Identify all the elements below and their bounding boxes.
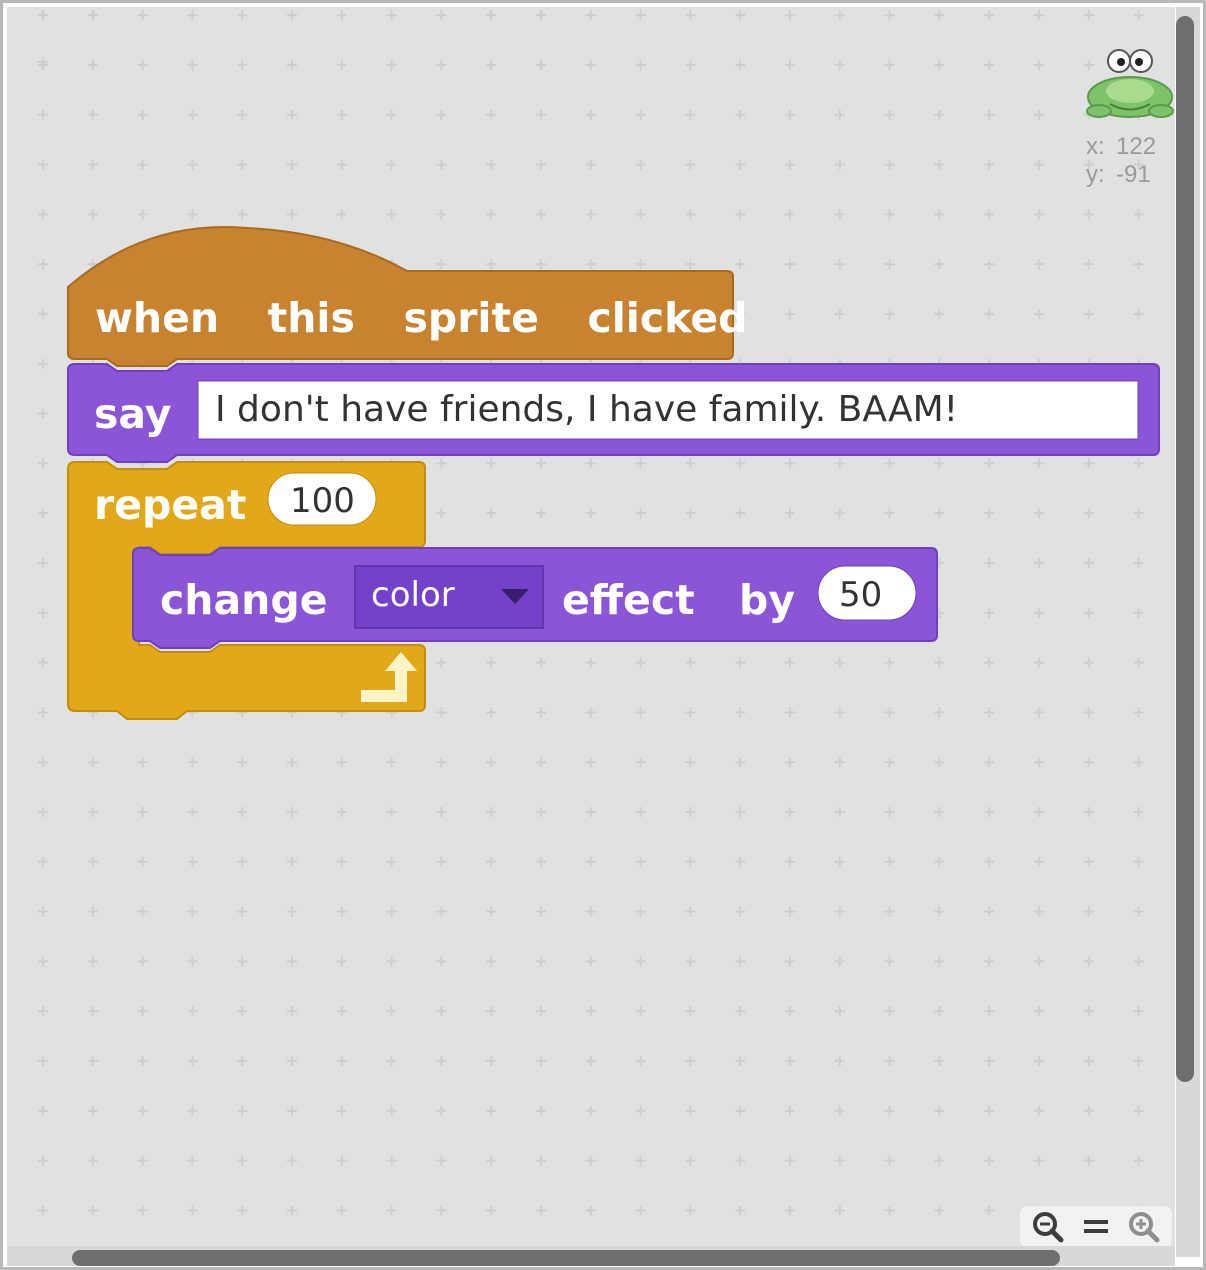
- effect-label: effect: [562, 576, 695, 624]
- zoom-out-button[interactable]: [1024, 1206, 1072, 1248]
- effect-amount-text: 50: [839, 575, 883, 615]
- zoom-in-icon: [1129, 1212, 1160, 1243]
- zoom-out-icon: [1033, 1212, 1064, 1243]
- hat-word: clicked: [587, 294, 748, 342]
- hat-word: when: [95, 294, 220, 342]
- change-label: change: [160, 576, 328, 624]
- hat-block-label: when this sprite clicked: [95, 294, 747, 342]
- say-label: say: [94, 390, 172, 438]
- horizontal-scrollbar-thumb[interactable]: [72, 1250, 1060, 1266]
- effect-dropdown-value: color: [371, 575, 455, 615]
- zoom-controls: [1020, 1206, 1172, 1248]
- repeat-count-text: 100: [290, 481, 355, 521]
- say-message-text: I don't have friends, I have family. BAA…: [215, 389, 959, 430]
- zoom-in-button[interactable]: [1120, 1206, 1168, 1248]
- zoom-reset-button[interactable]: [1072, 1206, 1120, 1248]
- scripts-workspace[interactable]: x: 122 y: -91 when this sprite clicked s…: [7, 7, 1175, 1257]
- hat-word: sprite: [403, 294, 539, 342]
- by-label: by: [739, 576, 796, 624]
- repeat-label: repeat: [94, 481, 247, 529]
- vertical-scrollbar-thumb[interactable]: [1176, 16, 1194, 1082]
- zoom-reset-icon: [1084, 1220, 1108, 1233]
- hat-word: this: [267, 294, 355, 342]
